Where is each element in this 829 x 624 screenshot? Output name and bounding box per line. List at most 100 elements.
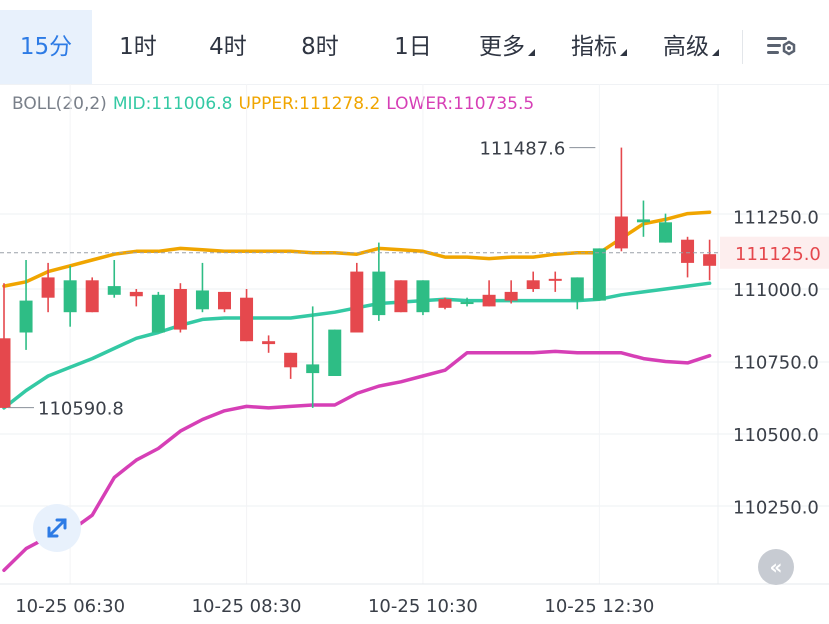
candle [482,280,496,307]
y-tick-label: 111250.0 [733,208,819,229]
candle-body [284,352,298,368]
candle [19,260,33,350]
candle [284,352,298,379]
candlestick-chart[interactable]: 111125.0 111250.0 111000.0 110750.0 110500.0… [0,84,829,624]
candle-body [173,289,187,330]
candle-body [636,219,650,223]
candle [129,289,143,307]
candle-body [592,248,606,301]
min-annotation-label: 110590.8 [38,399,124,420]
interval-toolbar: 15分 1时 4时 8时 1日 更多 指标 高级 [0,0,829,85]
candle-body [438,299,452,308]
candle [0,283,11,408]
tab-4h-label: 4时 [209,34,247,60]
candle-body [416,280,430,313]
candle [195,262,209,313]
candle [526,271,540,292]
candle-body [328,329,342,376]
candle-body [659,222,672,243]
y-tick-label: 110500.0 [733,425,819,446]
candle-body [19,300,33,333]
candle-body [570,277,584,301]
candle [703,239,717,281]
tab-1d[interactable]: 1日 [375,10,451,84]
tab-more[interactable]: 更多 [464,10,550,84]
candle-body [151,294,165,333]
candle [85,277,99,313]
tab-15m[interactable]: 15分 [0,10,92,84]
expand-arrows-icon [47,518,67,538]
candle [592,248,606,301]
candle-body [218,291,231,310]
candle [681,236,695,278]
y-tick-label: 111000.0 [733,280,819,301]
candle-body [350,271,364,333]
candle [63,265,77,327]
tab-8h[interactable]: 8时 [280,10,360,84]
candle [173,283,187,333]
tab-8h-label: 8时 [301,34,339,60]
tab-1d-label: 1日 [394,34,432,60]
tab-15m-label: 15分 [19,34,73,60]
tab-1h-label: 1时 [119,34,157,60]
candle-body [262,341,276,345]
candle-body [482,294,496,307]
tab-indicators-label: 指标 [571,34,617,60]
candle-body [63,280,77,313]
candle-body [240,297,254,342]
candle [262,335,276,353]
candle-body [681,239,695,263]
dropdown-caret-icon [528,49,535,56]
candle-body [548,278,562,281]
candle [570,277,584,310]
candle-body [107,286,121,295]
candle [438,297,452,310]
candle [372,242,386,321]
candle [306,306,320,408]
tab-more-label: 更多 [479,34,525,60]
chart-settings-icon[interactable] [762,30,802,64]
candle-body [129,291,143,297]
x-tick-label: 10-25 10:30 [368,596,478,617]
x-tick-label: 10-25 12:30 [544,596,654,617]
tab-advanced-label: 高级 [663,34,709,60]
candle-body [614,216,628,249]
candle-body [526,280,540,289]
candle-body [504,291,518,301]
toolbar-divider [742,30,743,64]
candle [394,280,408,313]
y-tick-label: 110750.0 [733,353,819,374]
candle [218,291,231,313]
candle-body [0,338,11,408]
collapse-chevron-icon[interactable]: « [758,549,794,585]
y-tick-label: 110250.0 [733,498,819,519]
candle [328,329,342,376]
candle-body [195,290,209,310]
tab-1h[interactable]: 1时 [98,10,178,84]
candle [350,262,364,333]
tab-4h[interactable]: 4时 [188,10,268,84]
x-tick-label: 10-25 06:30 [15,596,125,617]
candle [614,147,628,252]
candle [636,200,650,237]
x-tick-label: 10-25 08:30 [192,596,302,617]
dropdown-caret-icon [712,49,719,56]
tab-indicators[interactable]: 指标 [556,10,642,84]
current-price-label: 111125.0 [735,244,821,265]
max-annotation-label: 111487.6 [479,139,565,160]
candle [151,291,165,333]
candle-body [460,302,474,305]
candle [240,289,254,342]
candle-body [394,280,408,313]
candle [416,280,430,316]
candle-body [306,364,320,374]
candle-body [703,254,717,266]
candle [107,260,121,298]
candle-body [372,271,386,316]
candle-body [41,277,55,298]
boll-lower-line [2,349,712,573]
tab-advanced[interactable]: 高级 [648,10,734,84]
expand-chart-button[interactable] [33,504,81,552]
dropdown-caret-icon [620,49,627,56]
candle [504,280,518,304]
